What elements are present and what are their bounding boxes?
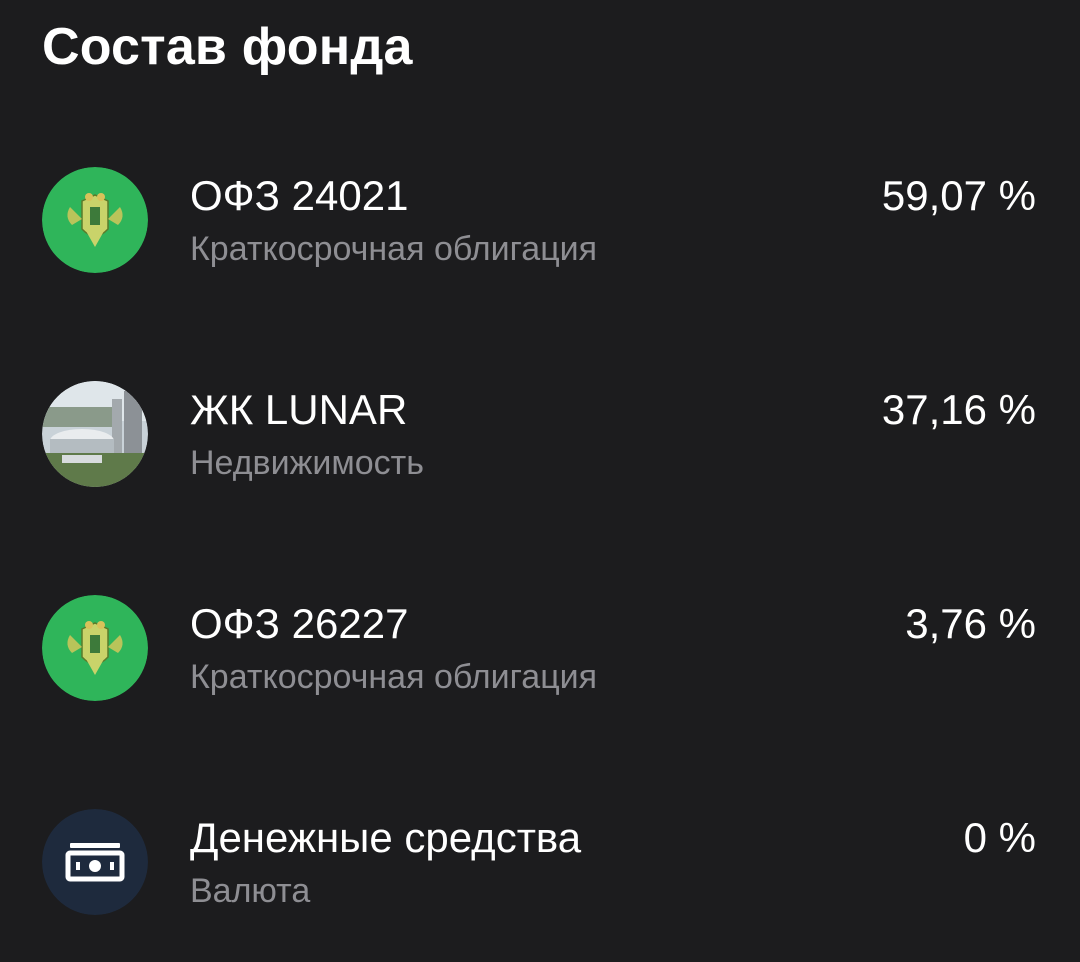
- holding-row-cash[interactable]: Денежные средства Валюта 0 %: [0, 809, 1080, 949]
- holding-name: ЖК LUNAR: [190, 386, 408, 433]
- holding-share: 59,07 %: [881, 172, 1036, 219]
- holding-share: 3,76 %: [905, 600, 1036, 647]
- coat-of-arms-icon: [42, 595, 148, 701]
- holding-name: Денежные средства: [190, 814, 582, 861]
- holding-type: Краткосрочная облигация: [190, 230, 598, 268]
- holding-name: ОФЗ 26227: [190, 600, 409, 647]
- holding-type: Недвижимость: [190, 444, 424, 482]
- coat-of-arms-icon: [42, 167, 148, 273]
- holding-row-zhk-lunar[interactable]: ЖК LUNAR Недвижимость 37,16 %: [0, 381, 1080, 521]
- holding-share: 0 %: [963, 814, 1036, 861]
- holding-type: Валюта: [190, 872, 311, 910]
- holding-row-ofz-24021[interactable]: ОФЗ 24021 Краткосрочная облигация 59,07 …: [0, 167, 1080, 307]
- page-title: Состав фонда: [42, 18, 413, 76]
- city-photo-icon: [42, 381, 148, 487]
- holding-type: Краткосрочная облигация: [190, 658, 598, 696]
- banknote-icon: [42, 809, 148, 915]
- holding-row-ofz-26227[interactable]: ОФЗ 26227 Краткосрочная облигация 3,76 %: [0, 595, 1080, 735]
- holding-share: 37,16 %: [881, 386, 1036, 433]
- holding-name: ОФЗ 24021: [190, 172, 409, 219]
